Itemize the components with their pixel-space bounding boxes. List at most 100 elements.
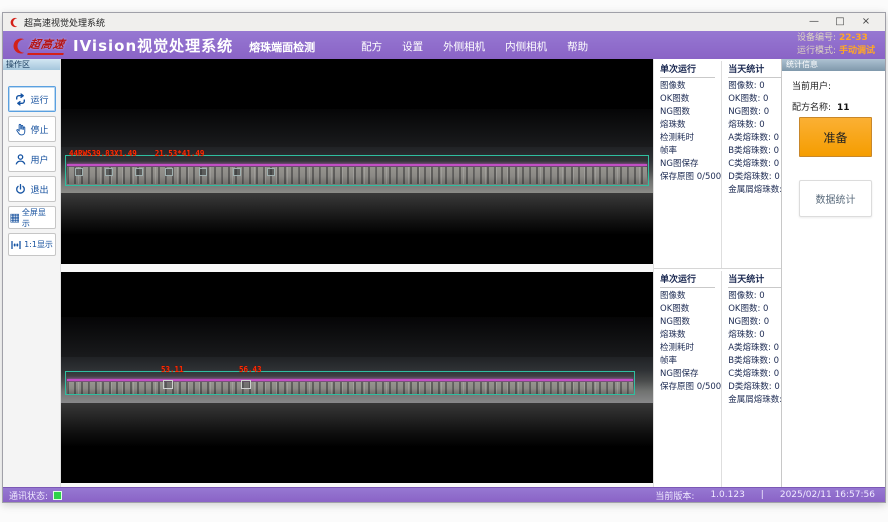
os-titlebar: 超高速视觉处理系统 — □ ×: [3, 13, 885, 31]
stat-row: 图像数: [660, 80, 721, 93]
device-number-label: 设备编号:: [797, 33, 836, 43]
app-subtitle: 熔珠端面检测: [249, 39, 315, 55]
stat-row: NG图数: [660, 106, 721, 119]
fullscreen-grid-icon: ▦: [10, 213, 20, 223]
roi-rectangle: [65, 155, 649, 186]
app-window: 超高速视觉处理系统 — □ × 超高速 IVision视觉处理系统 熔珠端面检测…: [2, 12, 886, 503]
single-run-header: 单次运行: [660, 61, 715, 78]
stop-hand-icon: [14, 123, 27, 136]
app-title: IVision视觉处理系统: [73, 35, 233, 56]
image-gradient: [61, 193, 653, 235]
bead-edge-line: [67, 379, 633, 381]
run-cycle-icon: [14, 93, 27, 106]
stat-row: 图像数: [660, 290, 721, 303]
brand-badge: 超高速: [27, 36, 66, 55]
stop-button[interactable]: 停止: [8, 116, 56, 142]
recipe-name-value: 11: [837, 103, 850, 113]
user-button[interactable]: 用户: [8, 146, 56, 172]
user-button-label: 用户: [30, 153, 48, 166]
stat-row: 保存原图 0/500: [660, 171, 721, 184]
stop-button-label: 停止: [30, 123, 48, 136]
status-bar: 通讯状态: 当前版本: 1.0.123 | 2025/02/11 16:57:5…: [3, 487, 885, 502]
minimize-button[interactable]: —: [801, 13, 827, 31]
stat-row: 熔珠数: [660, 329, 721, 342]
bead-edge-line: [67, 164, 647, 166]
exit-button[interactable]: 退出: [8, 176, 56, 202]
defect-marker-box: [163, 380, 173, 389]
stat-row: NG图保存: [660, 158, 721, 171]
datetime-value: 2025/02/11 16:57:56: [780, 490, 875, 500]
stat-row: 熔珠数: [660, 119, 721, 132]
bead-marker-box: [135, 168, 143, 176]
app-logo-icon: [9, 17, 19, 28]
comm-status-indicator: [53, 491, 62, 500]
statistics-column: 单次运行 图像数 OK图数 NG图数 熔珠数 检测耗时 帧率 NG图保存 保存原…: [653, 59, 781, 487]
run-mode-value: 手动调试: [839, 46, 875, 56]
fullscreen-button[interactable]: ▦ 全屏显示: [8, 206, 56, 229]
menu-bar: 配方 设置 外侧相机 内侧相机 帮助: [361, 39, 588, 54]
stat-row: 检测耗时: [660, 132, 721, 145]
outer-camera-stats-panel: 单次运行 图像数 OK图数 NG图数 熔珠数 检测耗时 帧率 NG图保存 保存原…: [654, 59, 781, 269]
statistics-info-panel: 统计信息 当前用户: 配方名称:11 准备 数据统计: [781, 59, 885, 487]
bead-marker-box: [199, 168, 207, 176]
one-to-one-button[interactable]: 1:1显示: [8, 233, 56, 256]
image-gradient: [61, 403, 653, 447]
device-number-value: 22-33: [839, 33, 868, 43]
prepare-button[interactable]: 准备: [799, 117, 872, 157]
weld-bead-strip: [67, 167, 647, 184]
current-user-label: 当前用户:: [792, 82, 831, 92]
stat-row: OK图数: [660, 93, 721, 106]
weld-bead-strip: [67, 382, 633, 394]
sidebar-header: 操作区: [3, 59, 60, 70]
menu-outer-camera[interactable]: 外侧相机: [443, 39, 485, 54]
outer-camera-view[interactable]: 44RWS39.83X1.49 21.53*41.49: [61, 59, 653, 264]
measurement-value: 56.43: [239, 365, 262, 374]
main-area: 操作区 运行 停止 用户 退出 ▦: [3, 59, 885, 487]
close-button[interactable]: ×: [853, 13, 879, 31]
exit-button-label: 退出: [30, 183, 48, 196]
single-run-column: 单次运行 图像数 OK图数 NG图数 熔珠数 检测耗时 帧率 NG图保存 保存原…: [654, 61, 722, 268]
daily-stats-column: 当天统计 图像数: 0 OK图数: 0 NG图数: 0 熔珠数: 0 A类熔珠数…: [722, 271, 790, 487]
bead-marker-box: [165, 168, 173, 176]
stat-row: OK图数: [660, 303, 721, 316]
bead-marker-box: [233, 168, 241, 176]
measurement-annotation: 44RWS39.83X1.49 21.53*41.49: [69, 149, 204, 158]
camera-views: 44RWS39.83X1.49 21.53*41.49 53.11: [61, 59, 653, 487]
measurement-value: 53.11: [161, 365, 184, 374]
run-button-label: 运行: [30, 93, 48, 106]
data-statistics-button[interactable]: 数据统计: [799, 180, 872, 217]
user-icon: [14, 153, 27, 166]
stat-row: NG图保存: [660, 368, 721, 381]
image-gradient: [61, 109, 653, 147]
one-to-one-button-label: 1:1显示: [24, 239, 53, 250]
inner-camera-stats-panel: 单次运行 图像数 OK图数 NG图数 熔珠数 检测耗时 帧率 NG图保存 保存原…: [654, 269, 781, 487]
inner-camera-view[interactable]: 53.11 56.43: [61, 272, 653, 483]
operation-sidebar: 操作区 运行 停止 用户 退出 ▦: [3, 59, 61, 487]
bead-marker-box: [105, 168, 113, 176]
run-button[interactable]: 运行: [8, 86, 56, 112]
stat-row: 帧率: [660, 355, 721, 368]
app-header: 超高速 IVision视觉处理系统 熔珠端面检测 配方 设置 外侧相机 内侧相机…: [3, 31, 885, 59]
power-icon: [14, 183, 27, 196]
stat-row: 检测耗时: [660, 342, 721, 355]
menu-settings[interactable]: 设置: [402, 39, 423, 54]
single-run-column: 单次运行 图像数 OK图数 NG图数 熔珠数 检测耗时 帧率 NG图保存 保存原…: [654, 271, 722, 487]
fullscreen-button-label: 全屏显示: [22, 207, 54, 229]
one-to-one-icon: [10, 239, 22, 251]
roi-rectangle: [65, 371, 635, 395]
measurement-value: 21.53*41.49: [155, 149, 205, 158]
maximize-button[interactable]: □: [827, 13, 853, 31]
desktop: 超高速视觉处理系统 — □ × 超高速 IVision视觉处理系统 熔珠端面检测…: [0, 0, 888, 522]
menu-help[interactable]: 帮助: [567, 39, 588, 54]
bead-marker-box: [267, 168, 275, 176]
menu-recipe[interactable]: 配方: [361, 39, 382, 54]
daily-stats-column: 当天统计 图像数: 0 OK图数: 0 NG图数: 0 熔珠数: 0 A类熔珠数…: [722, 61, 790, 268]
device-info: 设备编号:22-33 运行模式:手动调试: [797, 32, 875, 58]
stat-row: 保存原图 0/500: [660, 381, 721, 394]
run-mode-label: 运行模式:: [797, 46, 836, 56]
brand-swoosh-icon: [11, 37, 27, 55]
bead-marker-box: [75, 168, 83, 176]
daily-stats-header: 当天统计: [728, 61, 784, 78]
measurement-value: 44RWS39.83X1.49: [69, 149, 137, 158]
menu-inner-camera[interactable]: 内侧相机: [505, 39, 547, 54]
